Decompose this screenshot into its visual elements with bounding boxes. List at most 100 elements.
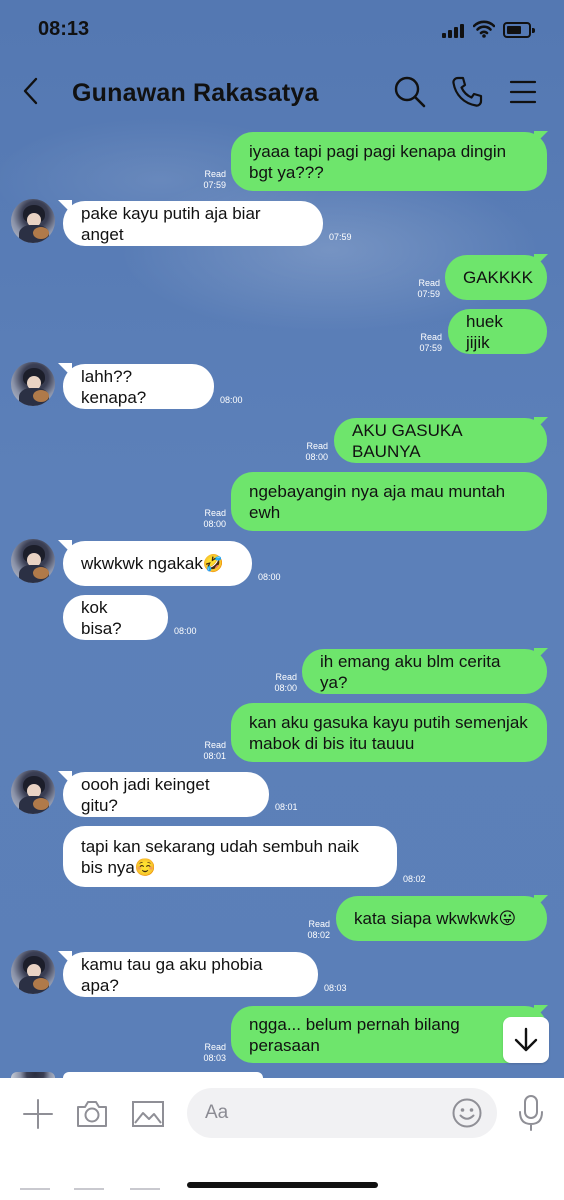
message-meta: Read 07:59 (190, 169, 226, 191)
message-text: ngebayangin nya aja mau muntah (249, 481, 506, 501)
message-text: kamu tau ga aku phobia apa? (81, 954, 263, 995)
status-time: 08:13 (38, 18, 90, 40)
battery-icon (503, 22, 535, 38)
message-bubble[interactable]: kan aku gasuka kayu putih semenjak mabok… (231, 703, 547, 762)
message-text: ih emang aku blm cerita ya? (320, 651, 501, 692)
image-icon[interactable] (130, 1096, 166, 1132)
message-bubble[interactable]: iyaaa tapi pagi pagi kenapa dingin bgt y… (231, 132, 547, 191)
message-text: iyaaa tapi pagi pagi kenapa dingin (249, 141, 507, 161)
read-receipt: Read (308, 919, 330, 929)
message-bubble[interactable]: ngga... belum pernah bilang perasaan (231, 1006, 547, 1063)
message-bubble[interactable]: wkwkwk ngakak🤣 (63, 541, 252, 586)
message-time: 08:00 (258, 572, 281, 582)
message-text: oooh jadi keinget gitu? (81, 774, 210, 815)
message-input[interactable]: Aa (187, 1088, 497, 1138)
message-bubble[interactable]: kamu tau ga aku phobia apa? (63, 952, 318, 997)
message-text: bis nya☺️ (81, 857, 157, 877)
message-text: wkwkwk ngakak🤣 (81, 554, 225, 573)
message-time: 08:02 (307, 930, 330, 940)
read-receipt: Read (275, 672, 297, 682)
message-text: huek jijik (466, 311, 503, 352)
phone-icon[interactable] (449, 74, 485, 110)
chat-header: Gunawan Rakasatya (0, 60, 564, 126)
read-receipt: Read (420, 332, 442, 342)
menu-icon[interactable] (505, 74, 541, 110)
message-meta: Read 08:00 (190, 508, 226, 530)
message-meta: Read 08:00 (292, 441, 328, 463)
message-time: 08:03 (203, 1053, 226, 1063)
avatar[interactable] (11, 950, 55, 994)
message-text: mabok di bis itu tauuu (249, 733, 415, 753)
chevron-left-icon[interactable] (16, 74, 46, 108)
home-indicator (187, 1182, 378, 1188)
ghost-row (74, 1188, 104, 1200)
message-meta: Read 08:00 (261, 672, 297, 694)
avatar[interactable] (11, 770, 55, 814)
avatar[interactable] (11, 199, 55, 243)
message-meta: Read 07:59 (406, 332, 442, 354)
message-bubble[interactable]: huek jijik (448, 309, 547, 354)
wifi-icon (473, 20, 495, 38)
contact-name[interactable]: Gunawan Rakasatya (72, 79, 319, 108)
message-bubble[interactable]: ngebayangin nya aja mau muntah ewh (231, 472, 547, 531)
message-bubble[interactable]: AKU GASUKA BAUNYA (334, 418, 547, 463)
plus-icon[interactable] (20, 1096, 56, 1132)
message-time: 08:01 (275, 802, 298, 812)
signal-icon (442, 22, 468, 38)
message-text: GAKKKK (463, 268, 533, 287)
message-bubble[interactable]: oooh jadi keinget gitu? (63, 772, 269, 817)
message-meta: Read 07:59 (404, 278, 440, 300)
message-time: 08:00 (174, 626, 197, 636)
search-icon[interactable] (392, 74, 428, 110)
arrow-down-icon (514, 1027, 538, 1052)
message-bubble[interactable]: lahh?? kenapa? (63, 364, 214, 409)
message-bubble[interactable]: pake kayu putih aja biar anget (63, 201, 323, 246)
read-receipt: Read (204, 740, 226, 750)
message-bubble[interactable]: kata siapa wkwkwk😛 (336, 896, 547, 941)
message-bubble[interactable]: tapi kan sekarang udah sembuh naik bis n… (63, 826, 397, 887)
microphone-icon[interactable] (516, 1094, 546, 1132)
message-bubble[interactable]: ih emang aku blm cerita ya? (302, 649, 547, 694)
read-receipt: Read (204, 508, 226, 518)
message-text: ewh (249, 502, 281, 522)
message-time: 07:59 (417, 289, 440, 299)
message-text: ngga... belum pernah bilang (249, 1014, 460, 1034)
message-text: pake kayu putih aja biar anget (81, 203, 261, 244)
message-text: lahh?? kenapa? (81, 366, 147, 407)
read-receipt: Read (204, 1042, 226, 1052)
read-receipt: Read (418, 278, 440, 288)
status-bar: 08:13 (0, 0, 564, 58)
message-time: 08:00 (305, 452, 328, 462)
message-time: 08:00 (203, 519, 226, 529)
message-text: bgt ya??? (249, 162, 324, 182)
message-time: 08:00 (274, 683, 297, 693)
message-text: tapi kan sekarang udah sembuh naik (81, 836, 359, 856)
read-receipt: Read (306, 441, 328, 451)
message-text: perasaan (249, 1035, 320, 1055)
read-receipt: Read (204, 169, 226, 179)
message-time: 07:59 (419, 343, 442, 353)
message-time: 08:03 (324, 983, 347, 993)
smiley-icon[interactable] (451, 1097, 483, 1129)
message-text: kan aku gasuka kayu putih semenjak (249, 712, 528, 732)
message-time: 08:00 (220, 395, 243, 405)
message-text: AKU GASUKA BAUNYA (352, 420, 462, 461)
message-time: 08:01 (203, 751, 226, 761)
message-bubble[interactable]: kok bisa? (63, 595, 168, 640)
scroll-to-bottom-button[interactable] (503, 1017, 549, 1063)
message-time: 08:02 (403, 874, 426, 884)
message-text: kok bisa? (81, 597, 122, 638)
message-meta: Read 08:03 (190, 1042, 226, 1064)
message-time: 07:59 (203, 180, 226, 190)
message-meta: Read 08:02 (294, 919, 330, 941)
message-meta: Read 08:01 (190, 740, 226, 762)
camera-icon[interactable] (74, 1096, 110, 1132)
avatar[interactable] (11, 539, 55, 583)
ghost-row (130, 1188, 160, 1200)
message-bubble[interactable]: GAKKKK (445, 255, 547, 300)
message-text: kata siapa wkwkwk😛 (354, 909, 517, 928)
message-input-placeholder: Aa (205, 1102, 229, 1123)
ghost-row (20, 1188, 50, 1200)
avatar[interactable] (11, 362, 55, 406)
message-time: 07:59 (329, 232, 352, 242)
